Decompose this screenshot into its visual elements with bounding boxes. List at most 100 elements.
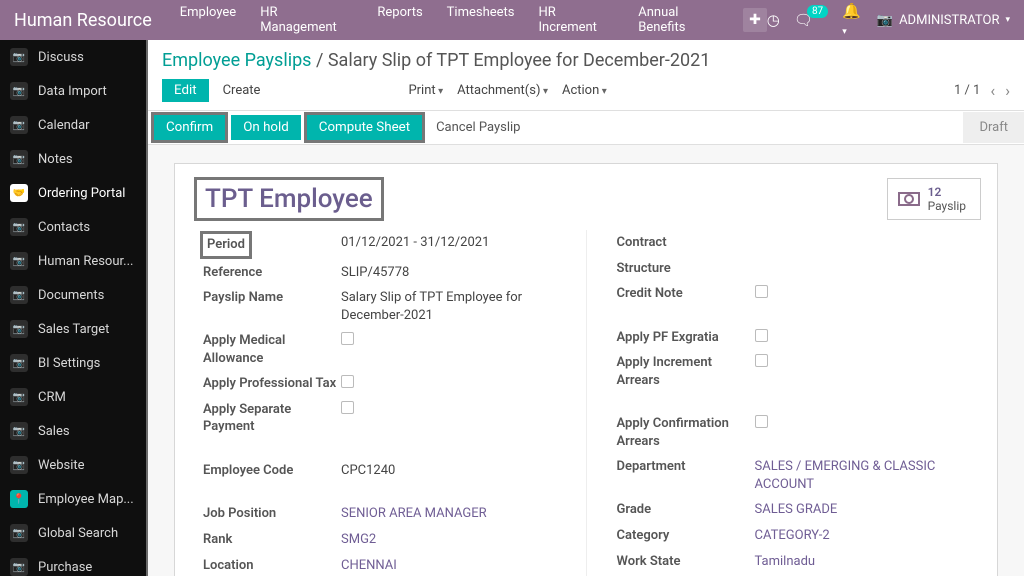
add-menu-button[interactable]: ✚ — [743, 8, 767, 32]
sidebar-item-label: Global Search — [38, 526, 118, 541]
form-sheet: 12 Payslip TPT Employee Period01/12/2021… — [174, 163, 998, 576]
conf-label: Apply Confirmation Arrears — [617, 415, 755, 450]
apply-medical-checkbox[interactable] — [341, 332, 354, 345]
sidebar-item-discuss[interactable]: 📷Discuss — [0, 40, 146, 74]
sidebar-item-label: CRM — [38, 390, 66, 405]
dept-value[interactable]: SALES / EMERGING & CLASSIC ACCOUNT — [755, 458, 970, 493]
pfex-label: Apply PF Exgratia — [617, 329, 755, 347]
location-label: Location — [203, 557, 341, 575]
onhold-button[interactable]: On hold — [231, 115, 301, 140]
apply-proftax-label: Apply Professional Tax — [203, 375, 341, 393]
sidebar-item-label: Discuss — [38, 50, 84, 65]
incr-checkbox[interactable] — [755, 354, 768, 367]
sidebar-item-label: Data Import — [38, 84, 107, 99]
user-menu[interactable]: 📷 ADMINISTRATOR ▾ — [877, 13, 1010, 28]
sidebar-item-human-resour[interactable]: 📷Human Resour... — [0, 244, 146, 278]
sidebar-item-sales-target[interactable]: 📷Sales Target — [0, 312, 146, 346]
sidebar-item-documents[interactable]: 📷Documents — [0, 278, 146, 312]
sidebar-item-label: Documents — [38, 288, 104, 303]
sidebar-item-ordering-portal[interactable]: 🤝Ordering Portal — [0, 176, 146, 210]
cancel-payslip-button[interactable]: Cancel Payslip — [422, 115, 534, 140]
menu-timesheets[interactable]: Timesheets — [441, 1, 521, 39]
sidebar-icon: 📷 — [10, 82, 28, 100]
bell-icon[interactable]: 🔔 — [842, 2, 863, 38]
sidebar-icon: 📷 — [10, 354, 28, 372]
pager-next[interactable]: › — [1005, 81, 1010, 100]
action-dropdown[interactable]: Action — [562, 83, 607, 98]
grade-value[interactable]: SALES GRADE — [755, 501, 838, 519]
payslip-count-label: Payslip — [928, 199, 966, 213]
sidebar-item-website[interactable]: 📷 Website — [0, 448, 146, 482]
payslip-name-value: Salary Slip of TPT Employee for December… — [341, 289, 556, 324]
contract-label: Contract — [617, 234, 755, 252]
rank-label: Rank — [203, 531, 341, 549]
sidebar-item-label: Website — [38, 458, 85, 473]
state-value[interactable]: Tamilnadu — [755, 553, 816, 571]
reference-value: SLIP/45778 — [341, 264, 409, 282]
conf-checkbox[interactable] — [755, 415, 768, 428]
location-value[interactable]: CHENNAI — [341, 557, 397, 575]
sidebar-item-label: Employee Map... — [38, 492, 134, 507]
job-value[interactable]: SENIOR AREA MANAGER — [341, 505, 487, 523]
sidebar-icon: 📷 — [10, 150, 28, 168]
sidebar-item-label: Sales — [38, 424, 70, 439]
menu-annual-benefits[interactable]: Annual Benefits — [632, 1, 731, 39]
compute-sheet-button[interactable]: Compute Sheet — [307, 115, 422, 140]
camera-icon: 📷 — [877, 13, 893, 28]
sidebar-item-global-search[interactable]: 📷 Global Search — [0, 516, 146, 550]
sidebar-icon: 📷 — [10, 524, 28, 542]
pager-prev[interactable]: ‹ — [990, 81, 995, 100]
breadcrumb-root[interactable]: Employee Payslips — [162, 50, 311, 71]
top-bar: Human Resource Employee HR Management Re… — [0, 0, 1024, 40]
messages-badge: 87 — [807, 5, 828, 18]
sidebar-item-bi-settings[interactable]: 📷 BI Settings — [0, 346, 146, 380]
sidebar-item-crm[interactable]: 📷 CRM — [0, 380, 146, 414]
edit-button[interactable]: Edit — [162, 79, 209, 102]
sidebar-item-sales[interactable]: 📷 Sales — [0, 414, 146, 448]
apply-proftax-checkbox[interactable] — [341, 375, 354, 388]
clock-icon[interactable]: ◷ — [767, 11, 780, 29]
create-button[interactable]: Create — [223, 83, 261, 98]
breadcrumb: Employee Payslips / Salary Slip of TPT E… — [148, 40, 1024, 71]
money-icon — [898, 192, 920, 206]
incr-label: Apply Increment Arrears — [617, 354, 755, 389]
period-value: 01/12/2021 - 31/12/2021 — [341, 234, 489, 252]
sidebar-item-contacts[interactable]: 📷Contacts — [0, 210, 146, 244]
main-area: Employee Payslips / Salary Slip of TPT E… — [148, 40, 1024, 576]
sidebar-item-notes[interactable]: 📷Notes — [0, 142, 146, 176]
confirm-button[interactable]: Confirm — [154, 115, 225, 140]
breadcrumb-leaf: Salary Slip of TPT Employee for December… — [328, 50, 710, 71]
cat-value[interactable]: CATEGORY-2 — [755, 527, 830, 545]
sidebar-item-purchase[interactable]: 📷Purchase — [0, 550, 146, 576]
print-dropdown[interactable]: Print — [408, 83, 443, 98]
menu-employee[interactable]: Employee — [174, 1, 242, 39]
apply-seppay-label: Apply Separate Payment — [203, 401, 341, 436]
sidebar-item-employee-map[interactable]: 📍Employee Map... — [0, 482, 146, 516]
sidebar-icon: 📷 — [10, 116, 28, 134]
attachments-dropdown[interactable]: Attachment(s) — [457, 83, 548, 98]
sidebar-item-label: Calendar — [38, 118, 90, 133]
sidebar-item-label: BI Settings — [38, 356, 100, 371]
sidebar-icon: 📷 — [10, 456, 28, 474]
pfex-checkbox[interactable] — [755, 329, 768, 342]
payslip-name-label: Payslip Name — [203, 289, 341, 307]
payslip-count-box[interactable]: 12 Payslip — [887, 178, 981, 220]
reference-label: Reference — [203, 264, 341, 282]
sidebar-item-data-import[interactable]: 📷 Data Import — [0, 74, 146, 108]
sidebar-icon: 📷 — [10, 558, 28, 576]
sidebar-icon: 📷 — [10, 252, 28, 270]
apply-seppay-checkbox[interactable] — [341, 401, 354, 414]
dept-label: Department — [617, 458, 755, 476]
credit-checkbox[interactable] — [755, 285, 768, 298]
apply-medical-label: Apply Medical Allowance — [203, 332, 341, 367]
emp-code-value: CPC1240 — [341, 462, 395, 480]
sidebar-item-calendar[interactable]: 📷 Calendar — [0, 108, 146, 142]
sidebar-icon: 📷 — [10, 388, 28, 406]
menu-reports[interactable]: Reports — [371, 1, 428, 39]
menu-hr-increment[interactable]: HR Increment — [533, 1, 621, 39]
sidebar-icon: 📷 — [10, 422, 28, 440]
messages-icon[interactable]: 🗨87 — [794, 11, 828, 29]
menu-hr-management[interactable]: HR Management — [254, 1, 359, 39]
control-row: Edit Create Print Attachment(s) Action 1… — [148, 71, 1024, 110]
rank-value[interactable]: SMG2 — [341, 531, 376, 549]
